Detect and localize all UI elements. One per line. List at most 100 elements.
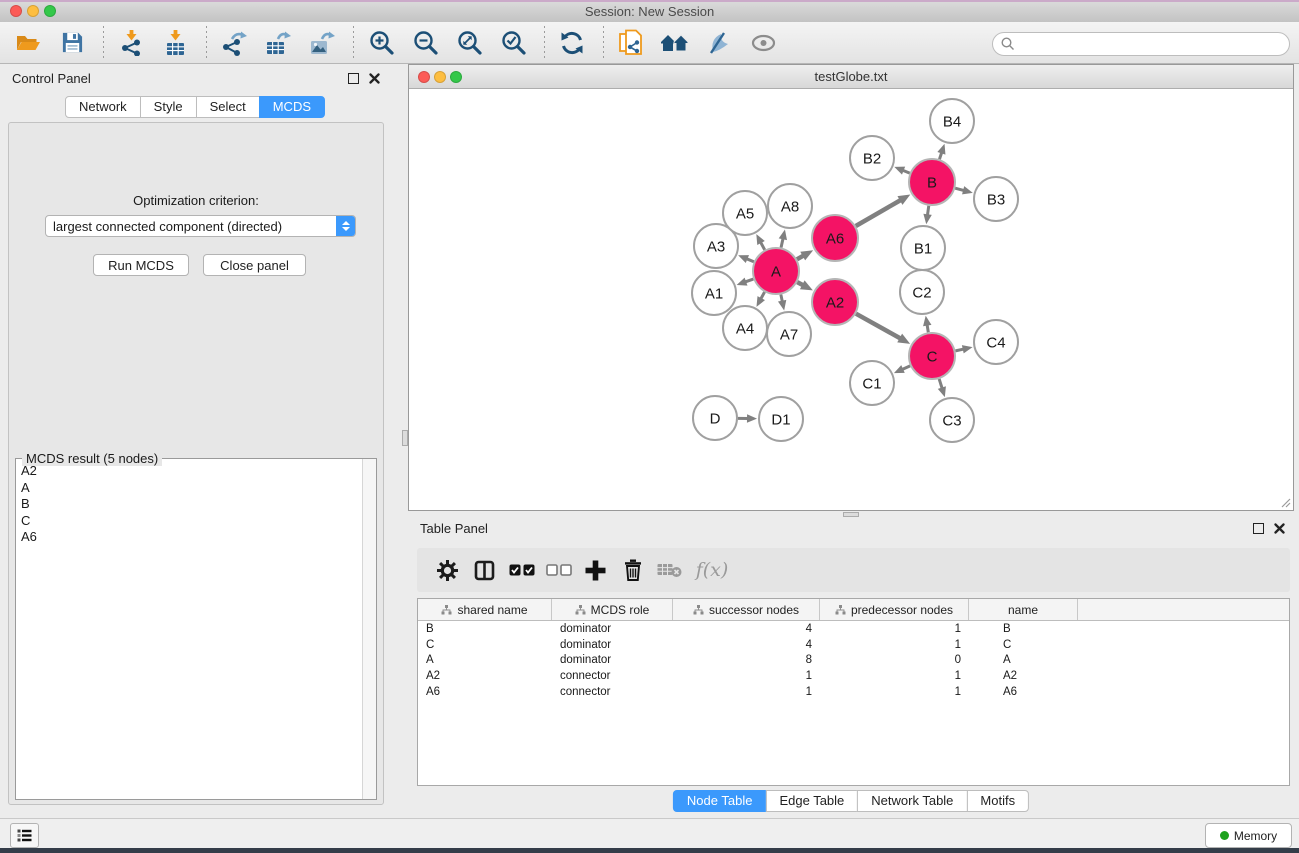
column-header-shared-name[interactable]: shared name xyxy=(418,599,552,620)
graph-edge-A-A7[interactable] xyxy=(778,295,786,311)
table-row[interactable]: A2connector11A2 xyxy=(418,668,1289,684)
search-field[interactable] xyxy=(992,32,1290,56)
graph-node-C1[interactable]: C1 xyxy=(850,361,894,405)
export-network-button[interactable] xyxy=(214,24,254,62)
tab-mcds[interactable]: MCDS xyxy=(259,96,325,118)
table-cell[interactable]: A6 xyxy=(418,686,552,698)
graph-edge-B-B2[interactable] xyxy=(894,167,909,175)
graph-node-C4[interactable]: C4 xyxy=(974,320,1018,364)
close-panel-icon[interactable] xyxy=(1274,523,1285,534)
result-item[interactable]: A xyxy=(16,480,363,497)
table-cell[interactable]: 4 xyxy=(673,623,820,635)
zoom-out-button[interactable] xyxy=(405,24,445,62)
network-graph[interactable]: AA1A2A3A4A5A6A7A8BB1B2B3B4CC1C2C3C4DD1 xyxy=(409,89,1293,510)
table-cell[interactable]: C xyxy=(418,639,552,651)
result-item[interactable]: C xyxy=(16,513,363,530)
delete-table-button[interactable] xyxy=(651,552,688,588)
table-cell[interactable]: connector xyxy=(552,686,673,698)
column-header-successor-nodes[interactable]: successor nodes xyxy=(673,599,820,620)
zoom-in-button[interactable] xyxy=(361,24,401,62)
tab-node-table[interactable]: Node Table xyxy=(673,790,767,812)
delete-row-button[interactable] xyxy=(614,552,651,588)
graph-edge-B-B3[interactable] xyxy=(955,186,973,194)
float-panel-icon[interactable] xyxy=(348,73,359,84)
table-cell[interactable]: B xyxy=(418,623,552,635)
close-panel-icon[interactable] xyxy=(369,73,380,84)
float-panel-icon[interactable] xyxy=(1253,523,1264,534)
close-panel-button[interactable]: Close panel xyxy=(203,254,306,276)
table-cell[interactable]: 0 xyxy=(820,654,969,666)
graph-node-C[interactable]: C xyxy=(909,333,955,379)
graph-node-B4[interactable]: B4 xyxy=(930,99,974,143)
graph-edge-A-A8[interactable] xyxy=(779,229,787,247)
column-header-name[interactable]: name xyxy=(969,599,1078,620)
graph-edge-C-C4[interactable] xyxy=(955,345,972,353)
graph-edge-C-C2[interactable] xyxy=(923,316,931,333)
tab-style[interactable]: Style xyxy=(140,96,197,118)
function-builder-button[interactable]: f(x) xyxy=(688,552,736,588)
column-header-predecessor-nodes[interactable]: predecessor nodes xyxy=(820,599,969,620)
table-row[interactable]: A6connector11A6 xyxy=(418,684,1289,700)
graph-edge-D-D1[interactable] xyxy=(738,414,757,422)
table-cell[interactable]: A2 xyxy=(969,670,1078,682)
tab-select[interactable]: Select xyxy=(196,96,260,118)
tab-network[interactable]: Network xyxy=(65,96,141,118)
import-network-button[interactable] xyxy=(111,24,151,62)
tab-edge-table[interactable]: Edge Table xyxy=(765,790,858,812)
table-cell[interactable]: dominator xyxy=(552,654,673,666)
result-item[interactable]: A6 xyxy=(16,529,363,546)
graph-edge-A6-B[interactable] xyxy=(856,194,911,226)
deselect-all-button[interactable] xyxy=(540,552,577,588)
search-input[interactable] xyxy=(1019,36,1289,53)
table-cell[interactable]: connector xyxy=(552,670,673,682)
table-cell[interactable]: A xyxy=(418,654,552,666)
table-cell[interactable]: C xyxy=(969,639,1078,651)
table-cell[interactable]: 1 xyxy=(820,670,969,682)
show-hide-annotations-button[interactable] xyxy=(699,24,739,62)
graph-node-C2[interactable]: C2 xyxy=(900,270,944,314)
resize-grip-icon[interactable] xyxy=(1279,496,1291,508)
table-cell[interactable]: A xyxy=(969,654,1078,666)
graph-edge-C-C1[interactable] xyxy=(894,365,910,373)
panel-divider-handle[interactable] xyxy=(402,430,408,446)
export-table-button[interactable] xyxy=(258,24,298,62)
graph-node-A1[interactable]: A1 xyxy=(692,271,736,315)
graph-edge-B-B1[interactable] xyxy=(923,206,931,224)
graph-node-B2[interactable]: B2 xyxy=(850,136,894,180)
graph-node-A6[interactable]: A6 xyxy=(812,215,858,261)
open-session-button[interactable] xyxy=(8,24,48,62)
import-table-button[interactable] xyxy=(155,24,195,62)
graph-edge-A-A6[interactable] xyxy=(797,250,813,260)
table-options-button[interactable] xyxy=(429,552,466,588)
export-image-button[interactable] xyxy=(302,24,342,62)
graph-edge-A2-C[interactable] xyxy=(856,314,910,344)
tab-motifs[interactable]: Motifs xyxy=(966,790,1029,812)
run-mcds-button[interactable]: Run MCDS xyxy=(93,254,189,276)
result-scrollbar[interactable] xyxy=(362,459,376,799)
table-cell[interactable]: 1 xyxy=(820,623,969,635)
show-hide-graphics-details-button[interactable] xyxy=(743,24,783,62)
table-row[interactable]: Adominator80A xyxy=(418,652,1289,668)
save-session-button[interactable] xyxy=(52,24,92,62)
graph-node-B1[interactable]: B1 xyxy=(901,226,945,270)
graph-node-B[interactable]: B xyxy=(909,159,955,205)
apply-layout-button[interactable] xyxy=(552,24,592,62)
select-all-button[interactable] xyxy=(503,552,540,588)
graph-edge-A-A3[interactable] xyxy=(738,255,754,263)
result-item[interactable]: B xyxy=(16,496,363,513)
graph-node-A7[interactable]: A7 xyxy=(767,312,811,356)
graph-edge-A-A4[interactable] xyxy=(756,292,765,307)
network-window-titlebar[interactable]: testGlobe.txt xyxy=(409,65,1293,89)
graph-node-A8[interactable]: A8 xyxy=(768,184,812,228)
network-canvas[interactable]: AA1A2A3A4A5A6A7A8BB1B2B3B4CC1C2C3C4DD1 xyxy=(409,89,1293,510)
graph-node-D[interactable]: D xyxy=(693,396,737,440)
table-cell[interactable]: dominator xyxy=(552,623,673,635)
table-cell[interactable]: dominator xyxy=(552,639,673,651)
memory-button[interactable]: Memory xyxy=(1205,823,1292,848)
graph-node-C3[interactable]: C3 xyxy=(930,398,974,442)
table-cell[interactable]: 8 xyxy=(673,654,820,666)
zoom-fit-button[interactable] xyxy=(449,24,489,62)
table-row[interactable]: Cdominator41C xyxy=(418,637,1289,653)
result-item[interactable]: A2 xyxy=(16,463,363,480)
zoom-selected-button[interactable] xyxy=(493,24,533,62)
